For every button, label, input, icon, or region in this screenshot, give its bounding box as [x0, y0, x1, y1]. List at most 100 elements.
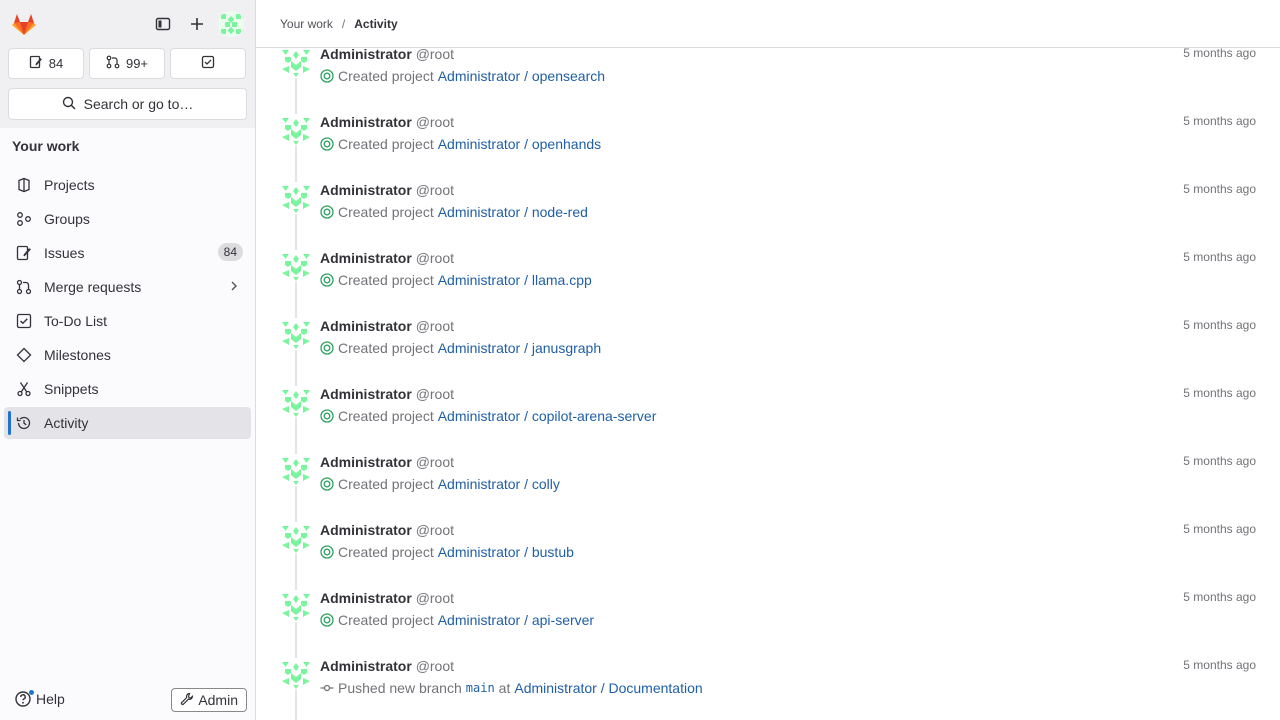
activity-event: Administrator @root 5 months ago Created…	[280, 522, 1256, 590]
event-author-line: Administrator @root	[320, 386, 454, 402]
project-link[interactable]: Administrator / node-red	[438, 204, 588, 220]
branch-name[interactable]: main	[466, 681, 495, 695]
todo-count-button[interactable]	[170, 48, 246, 79]
group-icon	[16, 211, 32, 227]
event-author-line: Administrator @root	[320, 658, 454, 674]
event-action: Created project	[338, 272, 434, 288]
event-author-name[interactable]: Administrator	[320, 48, 412, 62]
event-author-name[interactable]: Administrator	[320, 318, 412, 334]
status-created-icon	[320, 341, 334, 355]
user-avatar[interactable]	[280, 114, 312, 146]
project-link[interactable]: Administrator / api-server	[438, 612, 594, 628]
event-time: 5 months ago	[1183, 386, 1256, 400]
search-button[interactable]: Search or go to…	[8, 88, 247, 120]
sidebar-item-projects[interactable]: Projects	[4, 169, 251, 201]
plus-icon[interactable]	[183, 10, 211, 38]
event-author-username[interactable]: @root	[416, 454, 454, 470]
event-action: Created project	[338, 204, 434, 220]
event-author-line: Administrator @root	[320, 318, 454, 334]
status-created-icon	[320, 137, 334, 151]
event-time: 5 months ago	[1183, 658, 1256, 672]
todo-icon	[16, 313, 32, 329]
sidebar-toggle-icon[interactable]	[149, 10, 177, 38]
activity-event: Administrator @root 5 months ago Created…	[280, 182, 1256, 250]
event-author-username[interactable]: @root	[416, 522, 454, 538]
event-time: 5 months ago	[1183, 590, 1256, 604]
issues-count: 84	[48, 56, 64, 71]
sidebar-item-snippets[interactable]: Snippets	[4, 373, 251, 405]
sidebar-footer: Help Admin	[0, 680, 255, 720]
sidebar-item-label: Projects	[44, 177, 95, 193]
event-author-username[interactable]: @root	[416, 318, 454, 334]
event-time: 5 months ago	[1183, 182, 1256, 196]
event-author-username[interactable]: @root	[416, 250, 454, 266]
event-author-name[interactable]: Administrator	[320, 386, 412, 402]
sidebar-item-merge-requests[interactable]: Merge requests	[4, 271, 251, 303]
user-avatar[interactable]	[280, 454, 312, 486]
activity-event: Administrator @root 5 months ago Created…	[280, 48, 1256, 114]
merge-request-icon	[16, 279, 32, 295]
project-link[interactable]: Administrator / opensearch	[438, 68, 605, 84]
project-link[interactable]: Administrator / Documentation	[514, 680, 702, 696]
merge-request-icon	[106, 55, 120, 72]
project-link[interactable]: Administrator / copilot-arena-server	[438, 408, 657, 424]
project-link[interactable]: Administrator / llama.cpp	[438, 272, 592, 288]
merge-requests-count-button[interactable]: 99+	[89, 48, 165, 79]
sidebar-item-todo-list[interactable]: To-Do List	[4, 305, 251, 337]
admin-label: Admin	[198, 692, 238, 708]
sidebar-item-label: Activity	[44, 415, 89, 431]
connector-text: at	[498, 680, 511, 696]
commit-icon	[320, 681, 334, 695]
event-author-username[interactable]: @root	[416, 590, 454, 606]
gitlab-logo-icon[interactable]	[10, 10, 38, 38]
event-author-name[interactable]: Administrator	[320, 250, 412, 266]
user-avatar[interactable]	[280, 48, 312, 78]
breadcrumb-your-work[interactable]: Your work	[280, 17, 333, 31]
user-avatar[interactable]	[280, 590, 312, 622]
status-created-icon	[320, 205, 334, 219]
user-avatar[interactable]	[280, 658, 312, 690]
event-author-username[interactable]: @root	[416, 182, 454, 198]
chevron-right-icon	[227, 279, 241, 296]
todo-icon	[201, 55, 215, 72]
user-avatar[interactable]	[218, 11, 244, 37]
activity-event: Administrator @root 5 months ago Created…	[280, 318, 1256, 386]
event-author-name[interactable]: Administrator	[320, 658, 412, 674]
issues-icon	[16, 245, 32, 261]
event-author-username[interactable]: @root	[416, 658, 454, 674]
user-avatar[interactable]	[280, 250, 312, 282]
breadcrumb-activity[interactable]: Activity	[354, 17, 397, 31]
event-description: Created project Administrator / openhand…	[320, 136, 601, 152]
event-author-name[interactable]: Administrator	[320, 182, 412, 198]
user-avatar[interactable]	[280, 522, 312, 554]
event-author-name[interactable]: Administrator	[320, 522, 412, 538]
event-author-username[interactable]: @root	[416, 386, 454, 402]
sidebar-item-issues[interactable]: Issues 84	[4, 237, 251, 269]
issues-count-button[interactable]: 84	[8, 48, 84, 79]
activity-event: Administrator @root 5 months ago Created…	[280, 114, 1256, 182]
activity-event: Administrator @root 5 months ago Created…	[280, 386, 1256, 454]
event-author-username[interactable]: @root	[416, 48, 454, 62]
project-link[interactable]: Administrator / bustub	[438, 544, 574, 560]
status-created-icon	[320, 477, 334, 491]
admin-button[interactable]: Admin	[171, 688, 247, 712]
event-author-username[interactable]: @root	[416, 114, 454, 130]
help-button[interactable]: Help	[14, 690, 65, 708]
user-avatar[interactable]	[280, 386, 312, 418]
event-author-name[interactable]: Administrator	[320, 114, 412, 130]
sidebar-item-milestones[interactable]: Milestones	[4, 339, 251, 371]
sidebar-item-activity[interactable]: Activity	[4, 407, 251, 439]
event-time: 5 months ago	[1183, 48, 1256, 60]
project-link[interactable]: Administrator / openhands	[438, 136, 601, 152]
user-avatar[interactable]	[280, 318, 312, 350]
event-author-name[interactable]: Administrator	[320, 590, 412, 606]
help-label: Help	[36, 691, 65, 707]
event-author-name[interactable]: Administrator	[320, 454, 412, 470]
project-link[interactable]: Administrator / janusgraph	[438, 340, 601, 356]
sidebar-item-groups[interactable]: Groups	[4, 203, 251, 235]
event-description: Created project Administrator / copilot-…	[320, 408, 656, 424]
project-link[interactable]: Administrator / colly	[438, 476, 560, 492]
merge-requests-count: 99+	[125, 56, 149, 71]
user-avatar[interactable]	[280, 182, 312, 214]
event-action: Created project	[338, 340, 434, 356]
